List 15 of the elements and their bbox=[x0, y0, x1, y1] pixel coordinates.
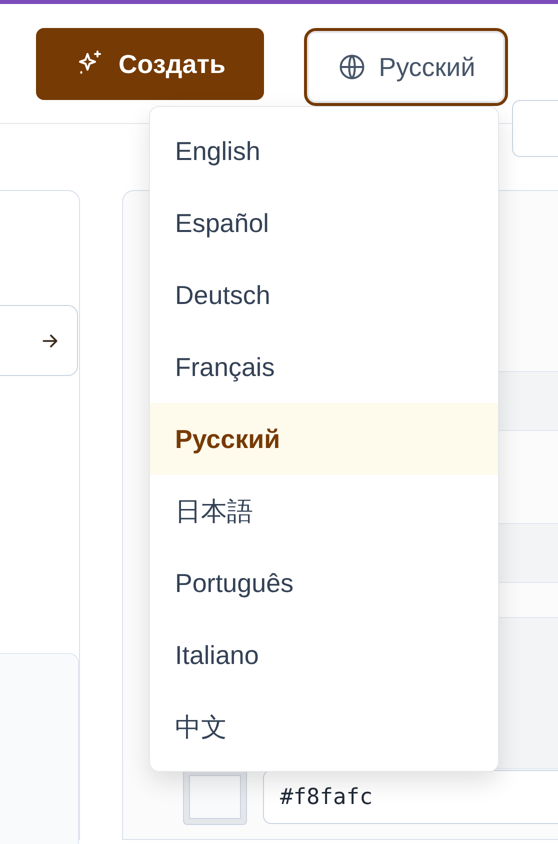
color-input[interactable]: #f8fafc bbox=[263, 770, 558, 824]
language-option[interactable]: Русский bbox=[150, 403, 498, 475]
next-button[interactable] bbox=[0, 305, 78, 376]
language-option[interactable]: 日本語 bbox=[150, 475, 498, 547]
language-option[interactable]: English bbox=[150, 115, 498, 187]
language-option[interactable]: Español bbox=[150, 187, 498, 259]
language-option[interactable]: 中文 bbox=[150, 691, 498, 763]
language-option[interactable]: Deutsch bbox=[150, 259, 498, 331]
language-button[interactable]: Русский bbox=[304, 28, 508, 106]
language-option[interactable]: Français bbox=[150, 331, 498, 403]
language-option[interactable]: Português bbox=[150, 547, 498, 619]
language-option[interactable]: Italiano bbox=[150, 619, 498, 691]
toolbar-button[interactable] bbox=[512, 100, 558, 157]
create-button[interactable]: Создать bbox=[36, 28, 264, 100]
color-swatch[interactable] bbox=[183, 769, 247, 825]
